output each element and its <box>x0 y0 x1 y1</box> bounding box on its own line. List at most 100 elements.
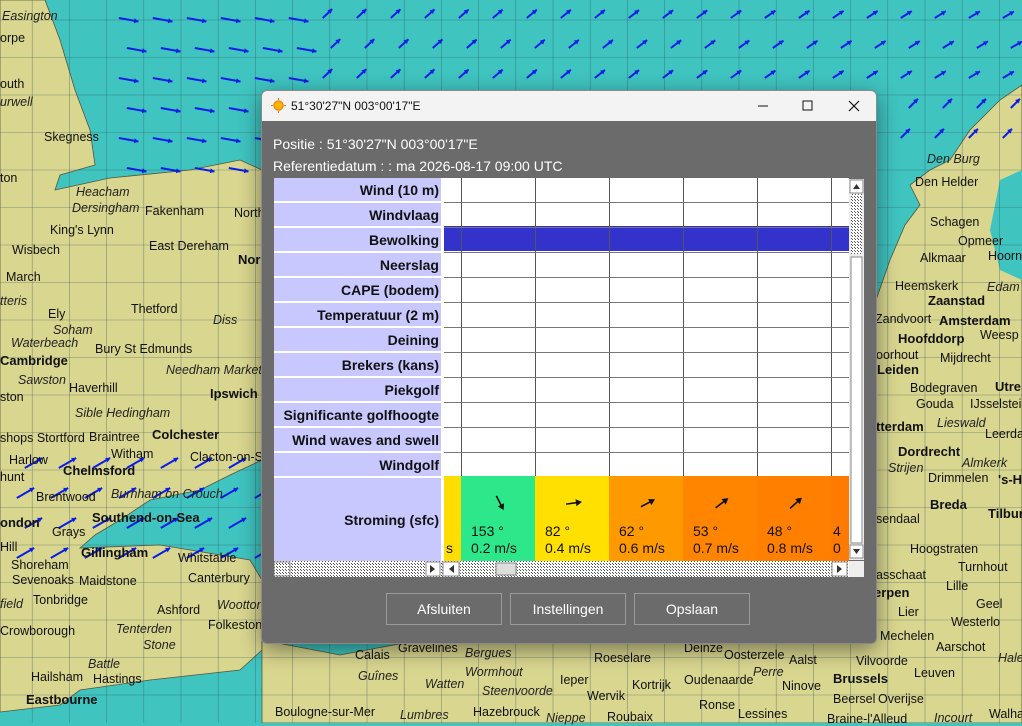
place-label: Beersel <box>833 692 876 706</box>
place-label: Needham Market <box>166 363 262 377</box>
place-label: Haverhill <box>69 381 118 395</box>
place-label: Lier <box>898 605 919 619</box>
place-label: Wootton <box>217 598 264 612</box>
scrollbar-corner <box>849 561 864 577</box>
place-label: Nor <box>238 252 261 267</box>
place-label: Drimmelen <box>928 471 989 485</box>
place-label: Waterbeach <box>11 336 79 350</box>
place-label: Lessines <box>738 707 788 721</box>
vertical-scrollbar-graphic <box>849 179 864 560</box>
row-divider <box>444 277 849 278</box>
current-speed: 0.2 m/s <box>471 540 517 556</box>
place-label: Breda <box>930 497 967 512</box>
current-cell[interactable]: 53 ° 0.7 m/s <box>683 476 757 561</box>
current-cell[interactable]: 40 <box>831 476 849 561</box>
current-cell[interactable]: 153 ° 0.2 m/s <box>461 476 535 561</box>
forecast-table[interactable]: Wind (10 m) Windvlaag Bewolking Neerslag CAP… <box>274 178 849 561</box>
settings-button[interactable]: Instellingen <box>510 593 626 625</box>
row-divider <box>444 402 849 403</box>
window-title: 51°30'27"N 003°00'17"E <box>291 99 421 113</box>
current-direction-arrow-icon <box>789 497 802 509</box>
place-label: ston <box>0 390 24 404</box>
place-label: Westerlo <box>951 615 1001 629</box>
current-direction-arrow-icon <box>565 499 582 507</box>
place-label: Bergues <box>465 646 512 660</box>
place-label: Watten <box>425 677 465 691</box>
place-label: asschaat <box>876 568 927 582</box>
close-button[interactable]: Afsluiten <box>386 593 502 625</box>
current-cell[interactable]: 48 ° 0.8 m/s <box>757 476 831 561</box>
place-label: Mechelen <box>880 629 935 643</box>
place-label: Clacton-on-S <box>190 450 263 464</box>
place-label: tterdam <box>876 419 924 434</box>
place-label: Wormhout <box>465 665 523 679</box>
current-cell[interactable]: 82 ° 0.4 m/s <box>535 476 609 561</box>
place-label: Zaanstad <box>928 293 986 308</box>
place-label: Aalst <box>789 653 817 667</box>
title-bar[interactable]: 51°30'27"N 003°00'17"E <box>262 91 876 121</box>
place-label: Colchester <box>152 427 220 442</box>
place-label: Battle <box>88 657 120 671</box>
row-label: Temperatuur (2 m) <box>274 303 441 327</box>
place-label: Roubaix <box>607 710 653 724</box>
current-cell[interactable]: s <box>444 476 461 561</box>
place-label: Grays <box>52 525 86 539</box>
place-label: Den Helder <box>915 175 979 189</box>
place-label: orpe <box>0 31 26 45</box>
place-label: Oudenaarde <box>684 673 754 687</box>
place-label: Kortrijk <box>632 678 671 692</box>
place-label: Tenterden <box>116 622 172 636</box>
place-label: Lieswald <box>937 416 986 430</box>
row-divider <box>444 377 849 378</box>
place-label: IJsselstein <box>970 397 1022 411</box>
row-label: Significante golfhoogte <box>274 403 441 427</box>
row-divider <box>444 252 849 253</box>
place-label: urwell <box>0 95 33 109</box>
save-button[interactable]: Opslaan <box>634 593 750 625</box>
place-label: Tonbridge <box>33 593 88 607</box>
place-label: oorhout <box>876 348 919 362</box>
place-label: Mijdrecht <box>940 351 991 365</box>
current-speed: 0.8 m/s <box>767 540 813 556</box>
row-divider <box>444 227 849 228</box>
row-label: Wind waves and swell <box>274 428 441 452</box>
row-label: Neerslag <box>274 253 441 277</box>
row-divider <box>444 202 849 203</box>
place-label: Heacham <box>76 185 130 199</box>
row-divider <box>444 327 849 328</box>
horizontal-scrollbar[interactable] <box>273 561 849 577</box>
place-label: Soham <box>53 323 93 337</box>
place-label: Brentwood <box>36 490 96 504</box>
place-label: Braine-l'Alleud <box>827 712 908 726</box>
minimize-icon <box>758 105 768 107</box>
place-label: Schagen <box>930 215 980 229</box>
point-forecast-dialog: 51°30'27"N 003°00'17"E Positie : 51°30'2… <box>261 90 877 644</box>
maximize-button[interactable] <box>784 91 830 121</box>
close-icon <box>848 100 860 112</box>
row-label: Brekers (kans) <box>274 353 441 377</box>
current-cell[interactable]: 62 ° 0.6 m/s <box>609 476 683 561</box>
current-direction-arrow-icon <box>640 498 656 508</box>
row-divider <box>444 302 849 303</box>
place-label: Oosterzele <box>724 648 785 662</box>
place-label: March <box>6 270 41 284</box>
minimize-button[interactable] <box>740 91 786 121</box>
place-label: Walhain <box>989 707 1022 721</box>
place-label: Ely <box>48 307 66 321</box>
place-label: Brussels <box>833 671 888 686</box>
place-label: Amsterdam <box>939 313 1011 328</box>
place-label: Burnham on Crouch <box>111 487 223 501</box>
place-label: Leerdam <box>985 427 1022 441</box>
place-label: sendaal <box>876 512 920 526</box>
place-label: Diss <box>213 313 238 327</box>
close-window-button[interactable] <box>830 91 876 121</box>
vertical-scrollbar[interactable] <box>849 179 864 560</box>
place-label: Wervik <box>587 689 625 703</box>
current-speed: 0.6 m/s <box>619 540 665 556</box>
row-divider <box>444 452 849 453</box>
place-label: Hoofddorp <box>898 331 965 346</box>
place-label: Edam <box>987 280 1020 294</box>
place-label: Ieper <box>560 673 589 687</box>
current-speed: 0 <box>833 540 841 556</box>
place-label: Witham <box>111 447 154 461</box>
